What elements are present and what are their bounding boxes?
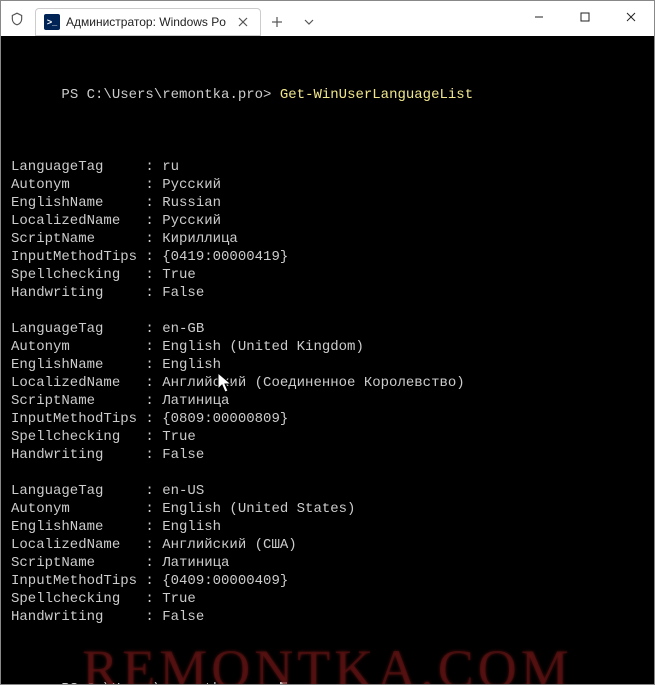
output-records: LanguageTag : ru Autonym : Русский Engli… — [11, 158, 644, 626]
text-cursor — [280, 682, 287, 684]
new-tab-button[interactable] — [261, 8, 293, 36]
tab-powershell[interactable]: >_ Администратор: Windows Po — [35, 8, 261, 36]
tab-title: Администратор: Windows Po — [66, 15, 226, 29]
powershell-icon: >_ — [44, 14, 60, 30]
output-record: LanguageTag : en-GB Autonym : English (U… — [11, 320, 644, 464]
tab-dropdown-button[interactable] — [293, 8, 325, 36]
window-controls — [516, 1, 654, 36]
output-record: LanguageTag : ru Autonym : Русский Engli… — [11, 158, 644, 302]
prompt-command: Get-WinUserLanguageList — [280, 87, 473, 103]
tab-close-button[interactable] — [236, 15, 250, 29]
prompt-prefix: PS C:\Users\remontka.pro> — [61, 681, 279, 684]
tab-controls — [261, 8, 325, 36]
titlebar: >_ Администратор: Windows Po — [1, 1, 654, 36]
output-record: LanguageTag : en-US Autonym : English (U… — [11, 482, 644, 626]
shield-icon — [9, 11, 25, 27]
close-button[interactable] — [608, 1, 654, 33]
prompt-prefix: PS C:\Users\remontka.pro> — [61, 87, 279, 103]
terminal-content[interactable]: PS C:\Users\remontka.pro> Get-WinUserLan… — [1, 36, 654, 684]
prompt-line-2: PS C:\Users\remontka.pro> — [11, 662, 644, 684]
maximize-button[interactable] — [562, 1, 608, 33]
minimize-button[interactable] — [516, 1, 562, 33]
prompt-line-1: PS C:\Users\remontka.pro> Get-WinUserLan… — [11, 68, 644, 122]
window-frame: >_ Администратор: Windows Po — [0, 0, 655, 685]
